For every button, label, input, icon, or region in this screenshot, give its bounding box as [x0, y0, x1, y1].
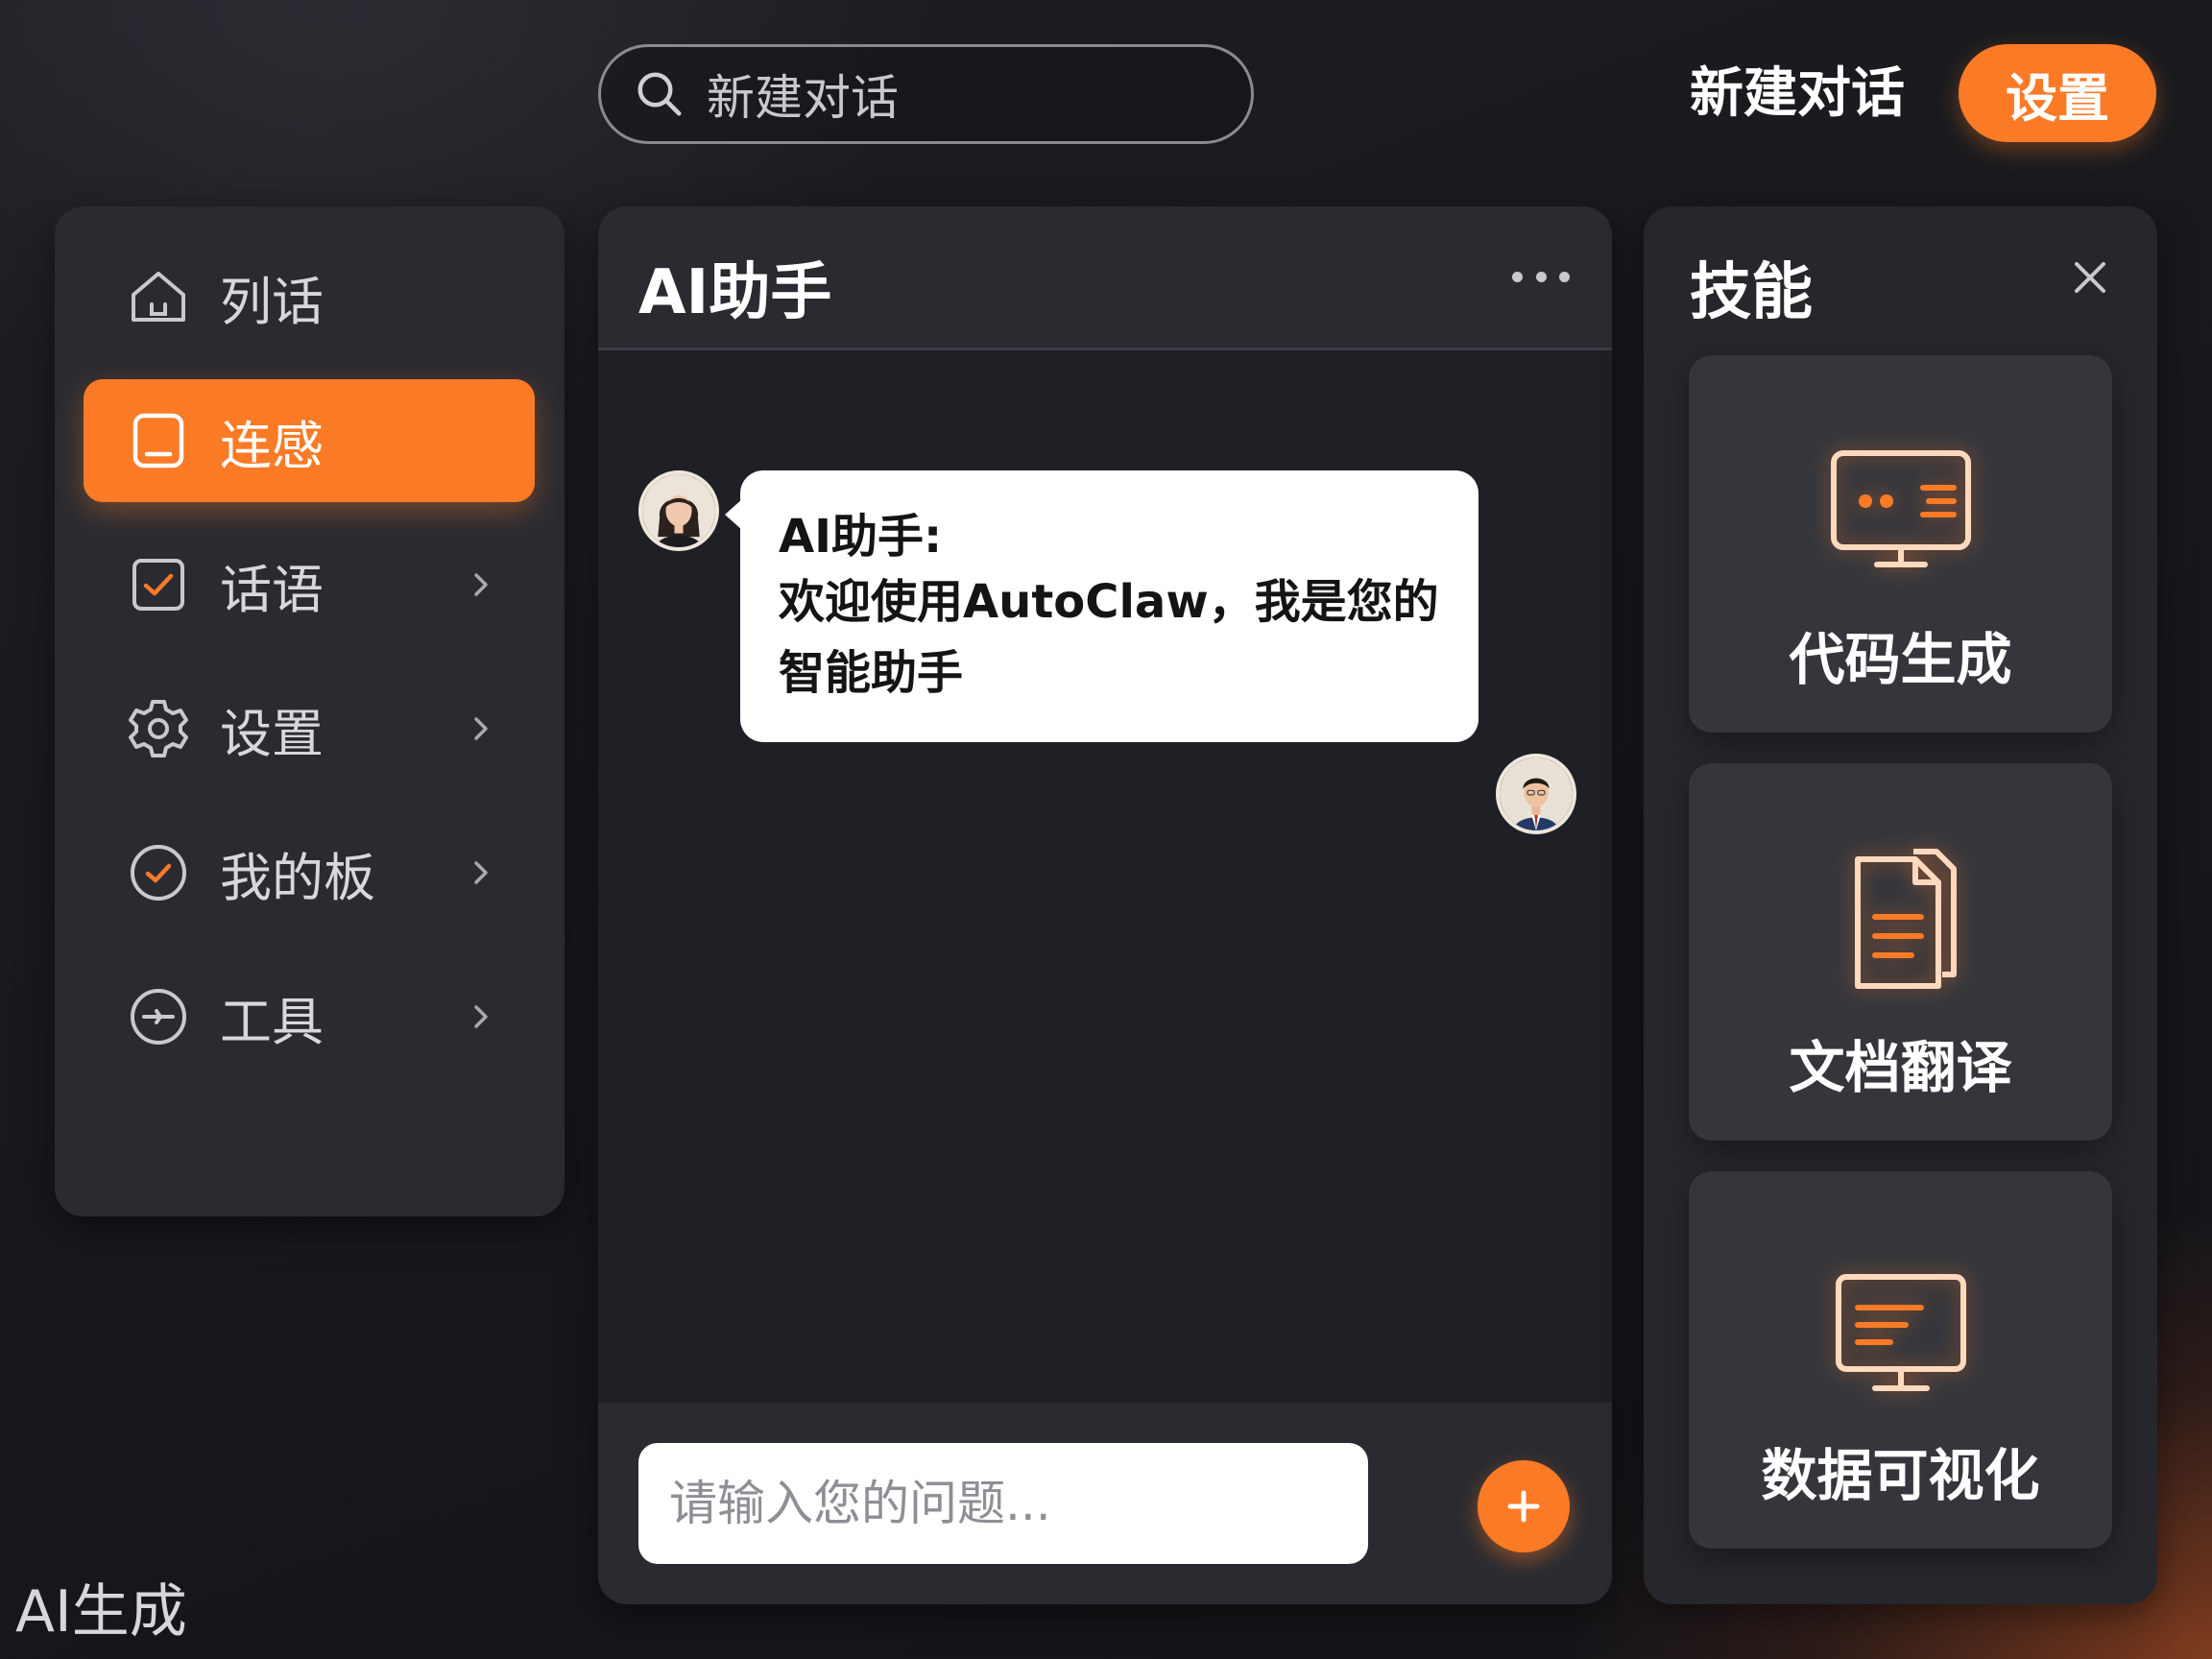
- message-text: 欢迎使用AutoClaw，我是您的智能助手: [779, 575, 1439, 700]
- ai-generated-watermark: AI生成: [15, 1578, 187, 1646]
- skill-label: 文档翻译: [1789, 1035, 2012, 1100]
- skill-card-document-translation[interactable]: 文档翻译: [1689, 763, 2112, 1141]
- sidebar-item-label: 连感: [220, 415, 324, 476]
- skills-title: 技能: [1690, 257, 1813, 328]
- tool-circle-icon: [124, 982, 193, 1051]
- chart-monitor-icon: [1819, 1248, 1983, 1411]
- message-input[interactable]: [638, 1443, 1368, 1564]
- plus-icon: [1507, 1490, 1540, 1523]
- more-dots-icon[interactable]: [1512, 252, 1570, 301]
- chat-title: AI助手: [638, 257, 832, 328]
- sidebar-item-label: 设置: [220, 703, 324, 764]
- sidebar-item-label: 话语: [220, 559, 324, 620]
- sidebar-item-settings[interactable]: 设置: [84, 667, 535, 790]
- sidebar: 列话 连感 话语 设置 我的板 工具: [55, 206, 565, 1216]
- sidebar-item-label: 我的板: [220, 847, 375, 908]
- sidebar-item-my-board[interactable]: 我的板: [84, 811, 535, 934]
- sidebar-item-tools[interactable]: 工具: [84, 955, 535, 1078]
- ai-message-bubble: AI助手: 欢迎使用AutoClaw，我是您的智能助手: [725, 470, 1479, 742]
- skill-card-code-generation[interactable]: 代码生成: [1689, 355, 2112, 733]
- checkbox-icon: [124, 550, 193, 619]
- tablet-icon: [124, 406, 193, 475]
- search-box[interactable]: 新建对话: [598, 44, 1254, 144]
- ai-avatar: [638, 470, 719, 551]
- gear-icon: [124, 694, 193, 763]
- chevron-right-icon: [474, 1005, 488, 1028]
- sidebar-item-phrases[interactable]: 话语: [84, 523, 535, 646]
- message-sender: AI助手:: [779, 510, 943, 564]
- code-monitor-icon: [1819, 432, 1983, 595]
- send-button[interactable]: [1478, 1460, 1570, 1552]
- new-chat-link[interactable]: 新建对话: [1690, 56, 1905, 132]
- skill-card-data-visualization[interactable]: 数据可视化: [1689, 1171, 2112, 1549]
- chevron-right-icon: [474, 573, 488, 596]
- search-input-text[interactable]: 新建对话: [707, 60, 899, 129]
- home-icon: [124, 262, 193, 331]
- chat-footer: [598, 1403, 1612, 1604]
- user-avatar: [1496, 754, 1576, 834]
- skill-label: 代码生成: [1789, 627, 2012, 692]
- chevron-right-icon: [474, 861, 488, 884]
- sidebar-item-active[interactable]: 连感: [84, 379, 535, 502]
- sidebar-item-label: 列话: [220, 271, 324, 332]
- document-icon: [1819, 840, 1983, 1003]
- chat-panel: AI助手 AI助手: 欢迎使用AutoClaw，我是您的智能助手: [598, 206, 1612, 1604]
- close-icon[interactable]: [2067, 254, 2113, 301]
- sidebar-item-home[interactable]: 列话: [84, 235, 535, 358]
- skill-label: 数据可视化: [1761, 1443, 2040, 1508]
- search-icon: [637, 72, 682, 116]
- skills-panel: 技能 代码生成 文档翻译 数据可视化: [1644, 206, 2157, 1604]
- chevron-right-icon: [474, 717, 488, 740]
- check-circle-icon: [124, 838, 193, 907]
- chat-header: AI助手: [598, 206, 1612, 350]
- settings-button[interactable]: 设置: [1959, 44, 2156, 142]
- sidebar-item-label: 工具: [220, 991, 324, 1052]
